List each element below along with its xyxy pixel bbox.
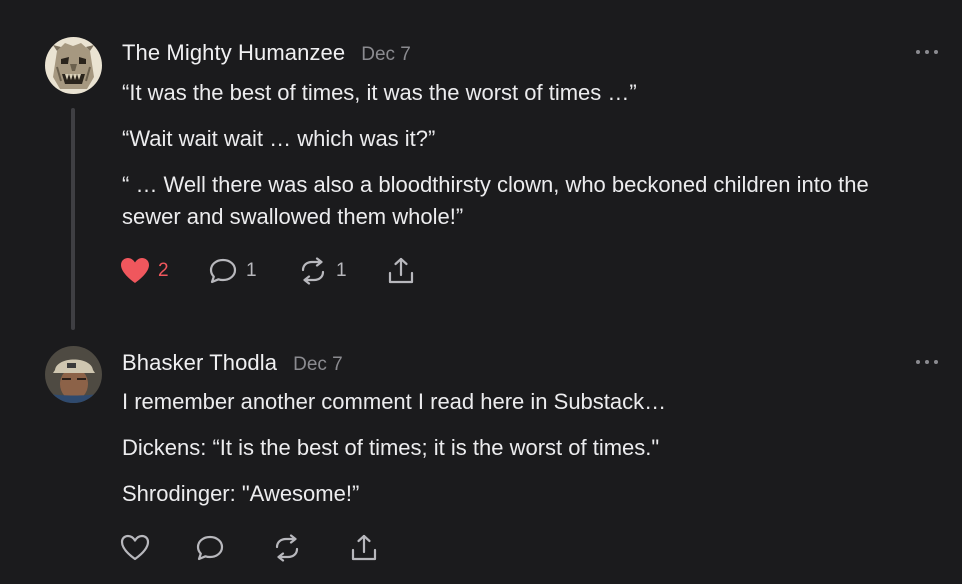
- comment-body: I remember another comment I read here i…: [122, 386, 922, 510]
- share-button[interactable]: [349, 533, 379, 563]
- comment-date[interactable]: Dec 7: [361, 44, 411, 66]
- comment-paragraph: Shrodinger: "Awesome!”: [122, 481, 360, 506]
- comment-paragraph: I remember another comment I read here i…: [122, 389, 667, 414]
- restack-arrows-icon: [275, 534, 299, 562]
- heart-icon: [121, 258, 149, 283]
- share-icon: [388, 257, 414, 284]
- man-in-cap-avatar: [45, 346, 102, 403]
- reply-button[interactable]: 1: [208, 257, 298, 285]
- comment-paragraph: “It was the best of times, it was the wo…: [122, 80, 637, 105]
- restack-arrows-icon: [301, 257, 325, 285]
- share-icon: [351, 534, 377, 561]
- comment-actions: [120, 531, 379, 565]
- comment-paragraph: “Wait wait wait … which was it?”: [122, 126, 436, 151]
- author-name[interactable]: Bhasker Thodla: [122, 350, 277, 376]
- comment-paragraph: Dickens: “It is the best of times; it is…: [122, 435, 660, 460]
- restack-button[interactable]: [272, 534, 349, 562]
- restack-count: 1: [336, 260, 347, 281]
- comment-body: “It was the best of times, it was the wo…: [122, 77, 922, 233]
- share-button[interactable]: [386, 256, 416, 286]
- comment-paragraph: “ … Well there was also a bloodthirsty c…: [122, 172, 869, 229]
- speech-bubble-icon: [209, 258, 237, 284]
- comment-header: Bhasker Thodla Dec 7: [122, 350, 343, 376]
- more-dots-icon[interactable]: [916, 47, 938, 57]
- avatar[interactable]: [45, 37, 102, 94]
- restack-button[interactable]: 1: [298, 257, 386, 285]
- comment-header: The Mighty Humanzee Dec 7: [122, 40, 411, 66]
- author-name[interactable]: The Mighty Humanzee: [122, 40, 345, 66]
- like-count: 2: [158, 260, 169, 281]
- reply-button[interactable]: [195, 534, 272, 562]
- more-dots-icon[interactable]: [916, 357, 938, 367]
- carved-stone-face-avatar: [45, 37, 102, 94]
- reply-count: 1: [246, 260, 257, 281]
- like-button[interactable]: [120, 534, 195, 562]
- comment-actions: 2 1 1: [120, 254, 416, 288]
- comments-page: The Mighty Humanzee Dec 7 “It was the be…: [0, 0, 962, 584]
- speech-bubble-icon: [196, 535, 224, 561]
- comment-date[interactable]: Dec 7: [293, 354, 343, 376]
- thread-line: [71, 108, 75, 330]
- heart-icon: [120, 534, 150, 561]
- like-button[interactable]: 2: [120, 257, 208, 285]
- avatar[interactable]: [45, 346, 102, 403]
